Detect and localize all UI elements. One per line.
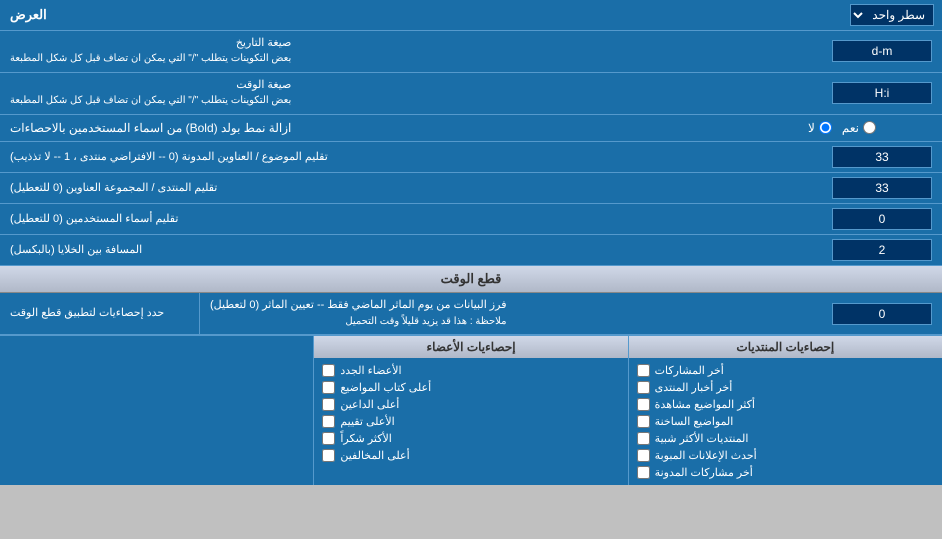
checkbox-item: أحدث الإعلانات المبوبة <box>633 447 938 464</box>
spacing-input[interactable] <box>832 239 932 261</box>
checkbox-forum-1[interactable] <box>637 364 650 377</box>
checkbox-item: الأعلى تقييم <box>318 413 623 430</box>
cutoff-stats-label: حدد إحصاءيات لتطبيق قطع الوقت <box>0 293 200 334</box>
checkbox-item: المنتديات الأكثر شبية <box>633 430 938 447</box>
cutoff-row: فرز البيانات من يوم الماثر الماضي فقط --… <box>0 293 942 335</box>
bold-remove-label: ازالة نمط بولد (Bold) من اسماء المستخدمي… <box>0 115 742 142</box>
checkbox-member-2[interactable] <box>322 381 335 394</box>
select-container: سطر واحد سطرين ثلاثة أسطر <box>842 0 942 30</box>
checkbox-item: أكثر المواضيع مشاهدة <box>633 396 938 413</box>
checkbox-forum-6[interactable] <box>637 449 650 462</box>
checkbox-member-6[interactable] <box>322 449 335 462</box>
spacing-row: المسافة بين الخلايا (بالبكسل) <box>0 235 942 266</box>
checkbox-forum-2[interactable] <box>637 381 650 394</box>
checkbox-item: الأعضاء الجدد <box>318 362 623 379</box>
bold-remove-row: نعم لا ازالة نمط بولد (Bold) من اسماء ال… <box>0 115 942 143</box>
topic-title-input[interactable] <box>832 146 932 168</box>
header-label: العرض <box>0 2 57 28</box>
checkbox-member-3[interactable] <box>322 398 335 411</box>
view-select[interactable]: سطر واحد سطرين ثلاثة أسطر <box>850 4 934 26</box>
radio-yes-label[interactable]: نعم <box>842 121 876 135</box>
checkbox-item: أخر مشاركات المدونة <box>633 464 938 481</box>
checkbox-item: الأكثر شكراً <box>318 430 623 447</box>
radio-no-label[interactable]: لا <box>808 121 832 135</box>
bold-radio-group: نعم لا <box>808 121 876 135</box>
radio-yes[interactable] <box>863 121 876 134</box>
forum-group-row: تقليم المنتدى / المجموعة العناوين (0 للت… <box>0 173 942 204</box>
topic-title-row: تقليم الموضوع / العناوين المدونة (0 -- ا… <box>0 142 942 173</box>
cutoff-input[interactable] <box>832 303 932 325</box>
checkbox-forum-4[interactable] <box>637 415 650 428</box>
main-container: سطر واحد سطرين ثلاثة أسطر العرض صيغة الت… <box>0 0 942 485</box>
checkbox-forum-3[interactable] <box>637 398 650 411</box>
empty-stats-content <box>0 358 313 366</box>
checkbox-item: أعلى المخالفين <box>318 447 623 464</box>
cutoff-input-cell <box>822 293 942 334</box>
forum-stats-header: إحصاءيات المنتديات <box>629 336 942 358</box>
forum-stats-col: إحصاءيات المنتديات أخر المشاركات أخر أخب… <box>628 336 942 485</box>
checkboxes-section: إحصاءيات المنتديات أخر المشاركات أخر أخب… <box>0 335 942 485</box>
time-format-row: صيغة الوقتبعض التكوينات يتطلب "/" التي ي… <box>0 73 942 115</box>
checkbox-item: أخر أخبار المنتدى <box>633 379 938 396</box>
date-input-cell <box>822 31 942 72</box>
checkbox-item: أعلى الداعين <box>318 396 623 413</box>
forum-group-label: تقليم المنتدى / المجموعة العناوين (0 للت… <box>0 173 822 203</box>
checkbox-member-1[interactable] <box>322 364 335 377</box>
time-format-input[interactable] <box>832 82 932 104</box>
cutoff-section-title: قطع الوقت <box>0 266 942 293</box>
username-trim-label: تقليم أسماء المستخدمين (0 للتعطيل) <box>0 204 822 234</box>
topic-title-label: تقليم الموضوع / العناوين المدونة (0 -- ا… <box>0 142 822 172</box>
username-trim-row: تقليم أسماء المستخدمين (0 للتعطيل) <box>0 204 942 235</box>
checkbox-forum-5[interactable] <box>637 432 650 445</box>
time-format-label: صيغة الوقتبعض التكوينات يتطلب "/" التي ي… <box>0 73 822 114</box>
empty-stats-col <box>0 336 313 485</box>
spacing-input-cell <box>822 235 942 265</box>
radio-no[interactable] <box>819 121 832 134</box>
cutoff-label: فرز البيانات من يوم الماثر الماضي فقط --… <box>200 293 822 334</box>
member-stats-col: إحصاءيات الأعضاء الأعضاء الجدد أعلى كتاب… <box>313 336 627 485</box>
forum-stats-items: أخر المشاركات أخر أخبار المنتدى أكثر الم… <box>629 358 942 485</box>
forum-input-cell <box>822 173 942 203</box>
username-trim-input[interactable] <box>832 208 932 230</box>
forum-group-input[interactable] <box>832 177 932 199</box>
checkbox-member-4[interactable] <box>322 415 335 428</box>
date-format-row: صيغة التاريخبعض التكوينات يتطلب "/" التي… <box>0 31 942 73</box>
checkbox-item: المواضيع الساخنة <box>633 413 938 430</box>
date-format-input[interactable] <box>832 40 932 62</box>
bold-radio-cell: نعم لا <box>742 115 942 142</box>
member-stats-header: إحصاءيات الأعضاء <box>314 336 627 358</box>
checkbox-forum-7[interactable] <box>637 466 650 479</box>
checkbox-item: أعلى كتاب المواضيع <box>318 379 623 396</box>
checkbox-member-5[interactable] <box>322 432 335 445</box>
date-format-label: صيغة التاريخبعض التكوينات يتطلب "/" التي… <box>0 31 822 72</box>
spacing-label: المسافة بين الخلايا (بالبكسل) <box>0 235 822 265</box>
time-input-cell <box>822 73 942 114</box>
username-input-cell <box>822 204 942 234</box>
topic-input-cell <box>822 142 942 172</box>
member-stats-items: الأعضاء الجدد أعلى كتاب المواضيع أعلى ال… <box>314 358 627 468</box>
checkbox-item: أخر المشاركات <box>633 362 938 379</box>
top-bar: سطر واحد سطرين ثلاثة أسطر العرض <box>0 0 942 31</box>
